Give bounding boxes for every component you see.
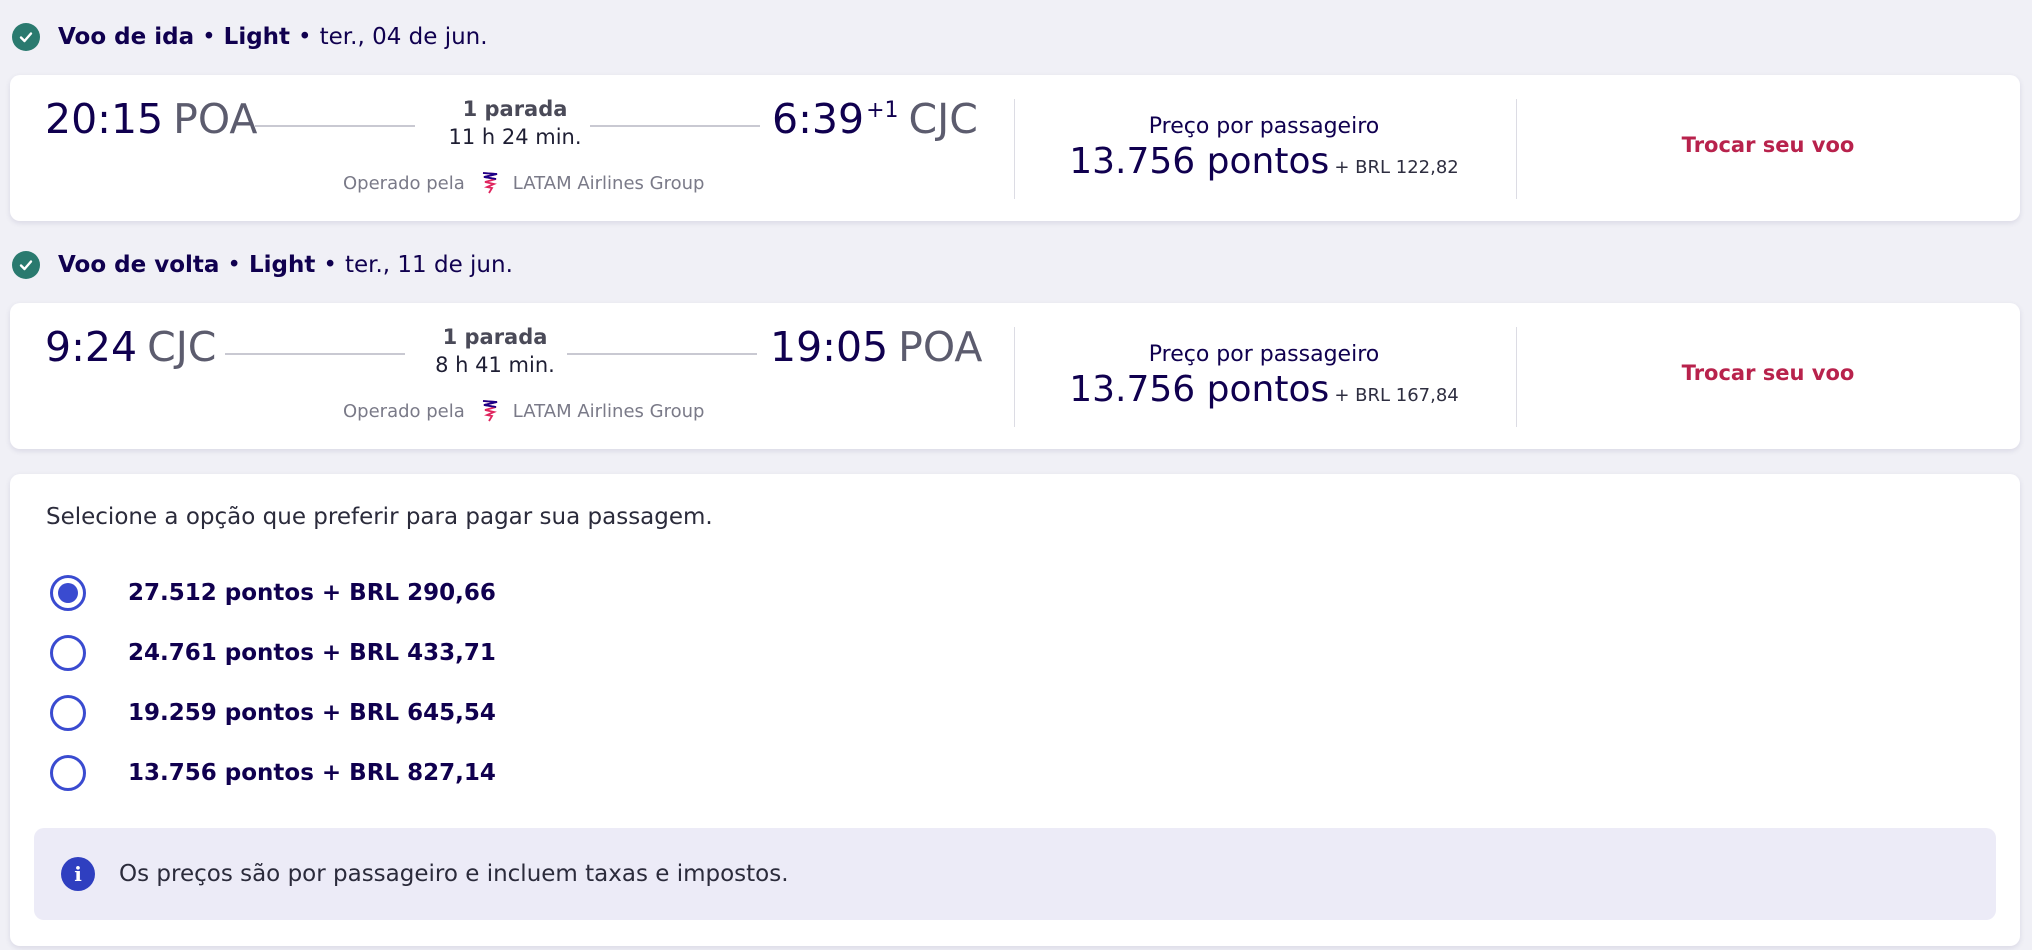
flight-duration: 8 h 41 min. <box>435 353 555 377</box>
stops-info: 1 parada 11 h 24 min. <box>420 95 610 151</box>
payment-option-label[interactable]: 13.756 pontos + BRL 827,14 <box>128 760 496 786</box>
info-text: Os preços são por passageiro e incluem t… <box>119 861 789 887</box>
arrival-airport-code: CJC <box>908 95 978 143</box>
radio-button[interactable] <box>50 635 86 671</box>
separator-dot: • <box>202 24 216 50</box>
arrival: 19:05 POA <box>770 323 982 371</box>
departure: 20:15 POA <box>45 95 257 143</box>
change-flight-button[interactable]: Trocar seu voo <box>1643 115 1893 175</box>
route-line <box>225 353 405 355</box>
operated-by-label: Operado pela <box>343 400 465 422</box>
price-label: Preço por passageiro <box>1148 342 1380 367</box>
info-notice: i Os preços são por passageiro e incluem… <box>34 828 1996 920</box>
return-header: Voo de volta • Light • ter., 11 de jun. <box>12 240 513 290</box>
check-circle-icon <box>12 251 40 279</box>
return-flight-card: 9:24 CJC 1 parada 8 h 41 min. 19:05 POA Op… <box>10 303 2020 449</box>
departure-time: 9:24 <box>45 323 138 371</box>
airline-name: LATAM Airlines Group <box>512 400 705 422</box>
payment-option[interactable]: 13.756 pontos + BRL 827,14 <box>50 751 496 795</box>
price-extra: + BRL 167,84 <box>1334 385 1459 406</box>
change-flight-button[interactable]: Trocar seu voo <box>1643 343 1893 403</box>
radio-dot <box>58 583 78 603</box>
price-extra: + BRL 122,82 <box>1334 157 1459 178</box>
price-points: 13.756 pontos <box>1069 369 1330 410</box>
radio-button[interactable] <box>50 755 86 791</box>
stops-info: 1 parada 8 h 41 min. <box>405 323 585 379</box>
operated-by: Operado pela LATAM Airlines Group <box>343 399 704 423</box>
latam-logo-icon <box>481 171 499 195</box>
flight-date: ter., 11 de jun. <box>344 252 513 278</box>
payment-intro: Selecione a opção que preferir para paga… <box>46 504 713 530</box>
operated-by-label: Operado pela <box>343 172 465 194</box>
segment-title: Voo de volta <box>58 252 220 278</box>
check-circle-icon <box>12 23 40 51</box>
stops-count: 1 parada <box>442 325 548 349</box>
departure: 9:24 CJC <box>45 323 216 371</box>
operated-by: Operado pela LATAM Airlines Group <box>343 171 704 195</box>
divider <box>1516 99 1517 199</box>
price-label: Preço por passageiro <box>1148 114 1380 139</box>
payment-option-label[interactable]: 27.512 pontos + BRL 290,66 <box>128 580 496 606</box>
radio-button-selected[interactable] <box>50 575 86 611</box>
route-line <box>590 125 760 127</box>
info-icon: i <box>61 857 95 891</box>
latam-logo-icon <box>481 399 499 423</box>
price-block: Preço por passageiro 13.756 pontos + BRL… <box>1014 113 1514 183</box>
flight-duration: 11 h 24 min. <box>448 125 582 149</box>
airline-name: LATAM Airlines Group <box>512 172 705 194</box>
payment-options-panel: Selecione a opção que preferir para paga… <box>10 474 2020 946</box>
segment-title: Voo de ida <box>58 24 195 50</box>
divider <box>1516 327 1517 427</box>
radio-button[interactable] <box>50 695 86 731</box>
separator-dot: • <box>323 252 337 278</box>
fare-name: Light <box>223 24 291 50</box>
arrival-time: 19:05 <box>770 323 889 371</box>
payment-option-label[interactable]: 19.259 pontos + BRL 645,54 <box>128 700 496 726</box>
price-points: 13.756 pontos <box>1069 141 1330 182</box>
outbound-header: Voo de ida • Light • ter., 04 de jun. <box>12 12 488 62</box>
separator-dot: • <box>227 252 241 278</box>
departure-airport-code: CJC <box>147 323 217 371</box>
outbound-flight-card: 20:15 POA 1 parada 11 h 24 min. 6:39+1 CJC… <box>10 75 2020 221</box>
stops-count: 1 parada <box>462 97 568 121</box>
arrival-time: 6:39 <box>772 95 865 143</box>
separator-dot: • <box>298 24 312 50</box>
flight-date: ter., 04 de jun. <box>319 24 488 50</box>
arrival-airport-code: POA <box>898 323 983 371</box>
departure-time: 20:15 <box>45 95 164 143</box>
payment-option[interactable]: 27.512 pontos + BRL 290,66 <box>50 571 496 615</box>
payment-option-label[interactable]: 24.761 pontos + BRL 433,71 <box>128 640 496 666</box>
route-line <box>567 353 757 355</box>
day-offset: +1 <box>866 98 899 123</box>
payment-option[interactable]: 24.761 pontos + BRL 433,71 <box>50 631 496 675</box>
fare-name: Light <box>249 252 316 278</box>
departure-airport-code: POA <box>173 95 258 143</box>
arrival: 6:39+1 CJC <box>772 95 978 143</box>
price-block: Preço por passageiro 13.756 pontos + BRL… <box>1014 341 1514 411</box>
payment-option[interactable]: 19.259 pontos + BRL 645,54 <box>50 691 496 735</box>
route-line <box>255 125 415 127</box>
